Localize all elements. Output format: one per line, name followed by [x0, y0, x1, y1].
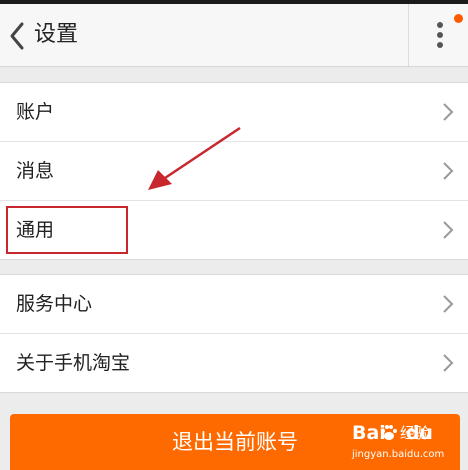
chevron-right-icon [443, 354, 454, 372]
settings-item-service-center[interactable]: 服务中心 [0, 275, 468, 333]
header-divider [408, 4, 409, 66]
chevron-right-icon [443, 221, 454, 239]
settings-item-label: 关于手机淘宝 [16, 352, 131, 374]
notification-dot [454, 14, 463, 23]
baidu-watermark: Bai du 经验 jingyan.baidu.com [346, 420, 466, 468]
chevron-right-icon [443, 295, 454, 313]
chevron-right-icon [443, 103, 454, 121]
watermark-url: jingyan.baidu.com [352, 449, 445, 460]
settings-group-secondary: 服务中心 关于手机淘宝 [0, 274, 468, 393]
back-button[interactable] [6, 18, 30, 54]
settings-item-label: 账户 [16, 101, 55, 123]
watermark-text: 经验 [400, 424, 431, 442]
chevron-right-icon [443, 162, 454, 180]
annotation-highlight-box [6, 206, 128, 254]
chevron-left-icon [10, 22, 24, 50]
app-header: 设置 [0, 4, 468, 67]
settings-item-label: 消息 [16, 160, 55, 182]
page-title: 设置 [34, 22, 79, 47]
paw-icon [381, 425, 397, 440]
annotation-arrow-icon [148, 126, 241, 190]
settings-item-about[interactable]: 关于手机淘宝 [0, 333, 468, 392]
settings-item-label: 服务中心 [16, 293, 93, 315]
